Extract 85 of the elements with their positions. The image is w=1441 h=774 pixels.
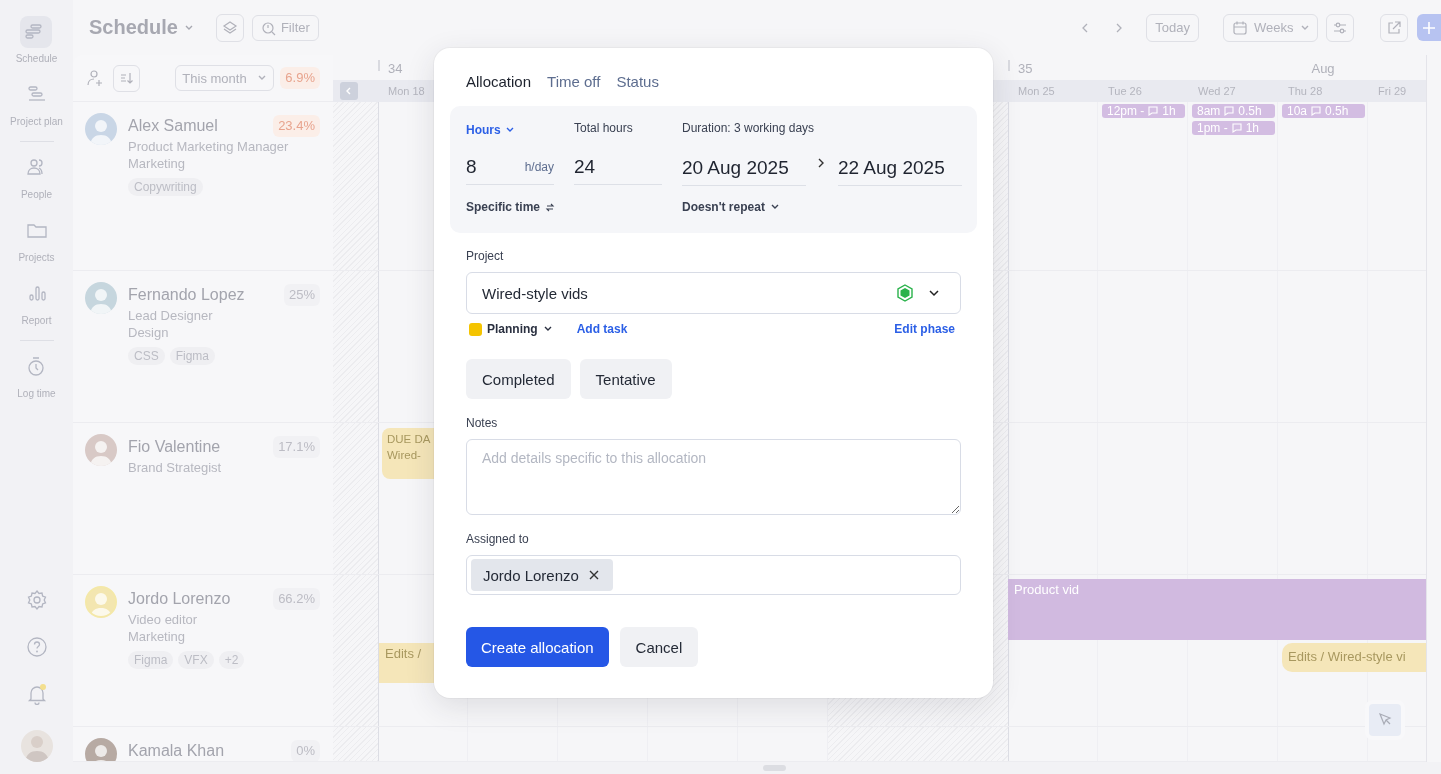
plus-icon — [1422, 20, 1436, 35]
event-text: Wired- — [387, 448, 422, 463]
comment-icon — [1230, 122, 1243, 134]
unit-dropdown[interactable]: Hours — [466, 121, 574, 139]
cancel-button[interactable]: Cancel — [619, 627, 699, 667]
status-toggle-button[interactable]: Completed — [466, 359, 571, 399]
comment-icon — [1310, 105, 1323, 117]
person-name: Fernando Lopez — [128, 286, 245, 304]
end-date-field[interactable]: 22 Aug 2025 — [838, 140, 962, 186]
dialog-tab[interactable]: Time off — [547, 72, 601, 90]
event-text: DUE DA — [387, 432, 431, 447]
event-hours: 0.5h — [1238, 104, 1262, 118]
event-hours: 1h — [1245, 121, 1260, 135]
utilization-badge: 23.4% — [273, 115, 320, 137]
close-icon[interactable] — [588, 570, 599, 580]
layers-button[interactable] — [215, 13, 244, 42]
chevron-right-icon — [816, 157, 826, 169]
layers-icon — [221, 19, 238, 36]
search-icon — [260, 19, 277, 36]
edit-phase-link[interactable]: Edit phase — [894, 322, 955, 336]
event-time: 12pm - — [1107, 104, 1145, 118]
calendar-icon — [1232, 19, 1248, 36]
field-label: Notes — [466, 416, 499, 430]
phase-label: Planning — [487, 322, 538, 336]
event-time: 10a — [1287, 104, 1308, 118]
person-avatar — [85, 586, 117, 618]
add-button[interactable] — [1417, 14, 1441, 41]
caret-icon — [928, 287, 940, 299]
comment-icon — [1223, 105, 1236, 117]
chevron-left-icon[interactable] — [340, 82, 358, 100]
total-hours-field[interactable]: 24 — [574, 139, 662, 185]
hours-per-day-field[interactable]: 8 h/day — [466, 139, 554, 185]
assignee-field[interactable]: Jordo Lorenzo — [466, 555, 961, 595]
person-name: Fio Valentine — [128, 438, 221, 456]
person-name: Kamala Khan — [128, 742, 225, 760]
comment-icon — [1147, 105, 1160, 117]
person-avatar — [85, 113, 117, 145]
week-number: 35 — [1018, 60, 1033, 76]
dialog-tab[interactable]: Allocation — [466, 72, 532, 90]
sort-icon — [118, 70, 135, 86]
notes-field[interactable]: Add details specific to this allocation — [466, 439, 961, 515]
person-role: Lead Designer — [128, 308, 214, 323]
settings-icon[interactable] — [25, 589, 48, 611]
event-time: 1pm - — [1197, 121, 1228, 135]
field-label: Total hours — [574, 121, 634, 137]
person-department: Marketing — [128, 629, 187, 644]
sort-button[interactable] — [113, 64, 140, 92]
field-label: Assigned to — [466, 532, 530, 546]
add-task-link[interactable]: Add task — [576, 322, 628, 336]
month-label: Aug — [1311, 60, 1335, 76]
event-text: Edits / Wired-style vi — [1288, 649, 1407, 664]
person-name: Jordo Lorenzo — [128, 590, 231, 608]
person-name: Alex Samuel — [128, 117, 218, 135]
person-department: Marketing — [128, 156, 187, 171]
person-department: Design — [128, 325, 170, 340]
status-toggle-button[interactable]: Tentative — [579, 359, 672, 399]
help-icon[interactable] — [25, 636, 48, 658]
person-avatar — [85, 434, 117, 466]
specific-time-toggle[interactable]: Specific time — [466, 187, 682, 215]
start-date-field[interactable]: 20 Aug 2025 — [682, 140, 806, 186]
repeat-dropdown[interactable]: Doesn't repeat — [682, 187, 962, 215]
utilization-badge: 6.9% — [280, 67, 320, 89]
add-person-icon[interactable] — [85, 68, 105, 88]
person-role: Product Marketing Manager — [128, 139, 290, 154]
event-text: Product vid — [1014, 582, 1081, 597]
person-role: Video editor — [128, 612, 199, 627]
phase-dropdown[interactable]: Planning — [469, 322, 553, 336]
create-allocation-button[interactable]: Create allocation — [466, 627, 609, 667]
event-hours: 0.5h — [1325, 104, 1349, 118]
export-button[interactable] — [1380, 13, 1408, 42]
person-avatar — [85, 282, 117, 314]
field-label: Project — [466, 249, 505, 263]
external-link-icon — [1386, 19, 1402, 36]
event-hours: 1h — [1162, 104, 1176, 118]
event-time: 8am — [1197, 104, 1221, 118]
person-role: Brand Strategist — [128, 460, 223, 475]
assignee-chip[interactable]: Jordo Lorenzo — [471, 559, 613, 591]
week-number: 34 — [388, 60, 403, 76]
sliders-button[interactable] — [1326, 13, 1354, 42]
hexagon-icon — [896, 284, 914, 302]
event-text: Edits / — [385, 646, 423, 661]
swap-icon — [545, 202, 556, 212]
project-select[interactable]: Wired-style vids — [466, 272, 961, 314]
duration-text: Duration: 3 working days — [682, 121, 816, 137]
dialog-tab[interactable]: Status — [616, 72, 659, 90]
